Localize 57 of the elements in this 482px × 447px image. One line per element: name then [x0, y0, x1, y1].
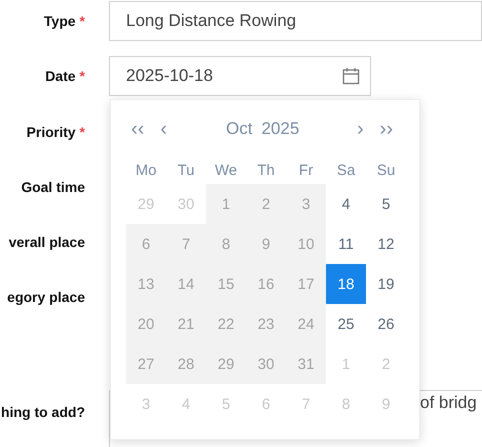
weekday-label: Su	[376, 161, 396, 181]
text-field[interactable]: Long Distance Rowing	[109, 1, 482, 41]
calendar-day: 3	[286, 184, 326, 224]
weekday-label: Sa	[336, 161, 356, 181]
calendar-day[interactable]: 25	[326, 304, 366, 344]
field-label: Priority	[26, 124, 76, 140]
required-mark: *	[80, 124, 85, 140]
calendar-day: 20	[126, 304, 166, 344]
calendar-day: 29	[206, 344, 246, 384]
calendar-day: 28	[166, 344, 206, 384]
calendar-day: 24	[286, 304, 326, 344]
previous-year-button[interactable]: ‹‹	[126, 118, 150, 140]
weekday-label: Mo	[134, 161, 158, 181]
calendar-day: 7	[166, 224, 206, 264]
calendar-day: 15	[206, 264, 246, 304]
field-label: Goal time	[21, 179, 85, 195]
calendar-day: 1	[206, 184, 246, 224]
previous-month-button[interactable]: ‹	[155, 118, 172, 140]
calendar-day: 27	[126, 344, 166, 384]
field-label: hing to add?	[1, 404, 85, 420]
calendar-day: 23	[246, 304, 286, 344]
calendar-day[interactable]: 26	[366, 304, 406, 344]
calendar-day: 8	[206, 224, 246, 264]
calendar-day[interactable]: 11	[326, 224, 366, 264]
calendar-icon[interactable]	[342, 67, 360, 85]
month-label[interactable]: Oct	[226, 119, 252, 139]
weekday-label: Fr	[298, 161, 314, 181]
calendar-day[interactable]: 12	[366, 224, 406, 264]
calendar-day: 31	[286, 344, 326, 384]
calendar-day: 10	[286, 224, 326, 264]
date-field[interactable]: 2025-10-18	[109, 56, 371, 96]
next-month-button[interactable]: ›	[352, 118, 369, 140]
calendar-day: 13	[126, 264, 166, 304]
field-label: Date	[45, 68, 76, 84]
required-mark: *	[80, 13, 85, 29]
calendar-day: 16	[246, 264, 286, 304]
calendar-day: 6	[126, 224, 166, 264]
calendar-day: 30	[246, 344, 286, 384]
calendar-day: 21	[166, 304, 206, 344]
calendar-day: 14	[166, 264, 206, 304]
calendar-day: 17	[286, 264, 326, 304]
field-label: egory place	[7, 289, 85, 305]
year-label[interactable]: 2025	[261, 119, 300, 139]
weekday-label: Tu	[176, 161, 196, 181]
calendar-day[interactable]: 19	[366, 264, 406, 304]
calendar-day[interactable]: 4	[326, 184, 366, 224]
calendar-day[interactable]: 5	[366, 184, 406, 224]
calendar-day[interactable]: 18	[326, 264, 366, 304]
field-label: Type	[44, 13, 76, 29]
calendar-day: 2	[246, 184, 286, 224]
required-mark: *	[80, 68, 85, 84]
calendar-day: 9	[246, 224, 286, 264]
weekday-label: Th	[256, 161, 276, 181]
calendar-day: 22	[206, 304, 246, 344]
field-label: verall place	[8, 234, 85, 250]
weekday-label: We	[214, 161, 238, 181]
next-year-button[interactable]: ››	[374, 118, 398, 140]
